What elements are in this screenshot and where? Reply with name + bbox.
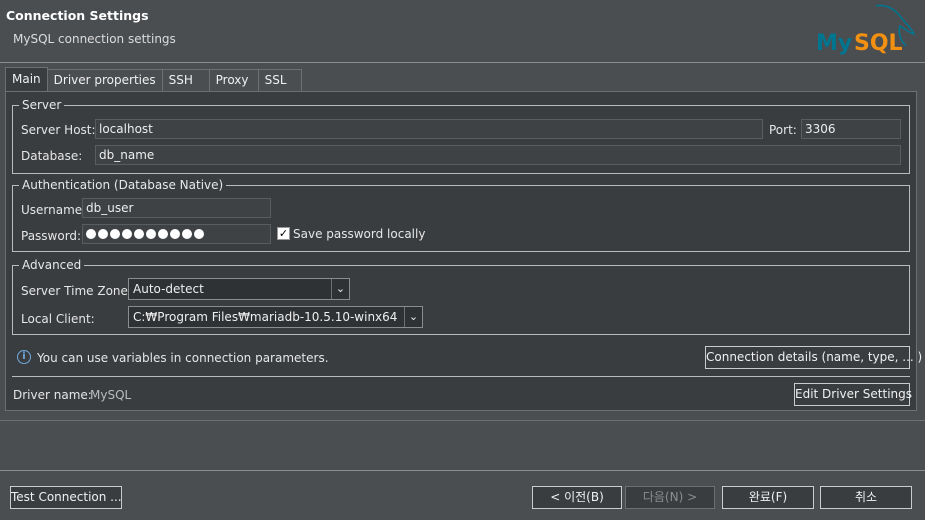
panel-bottom-divider xyxy=(0,420,925,421)
back-button[interactable]: < 이전(B) xyxy=(532,486,622,509)
driver-name-value: MySQL xyxy=(90,388,132,402)
username-input[interactable]: db_user xyxy=(82,198,271,218)
main-panel: Server Server Host: localhost Port: 3306… xyxy=(5,91,922,411)
save-password-label: Save password locally xyxy=(293,227,426,241)
footer-divider xyxy=(0,470,925,471)
local-client-select[interactable]: C:₩Program Files₩mariadb-10.5.10-winx64 … xyxy=(128,306,423,328)
tab-main[interactable]: Main xyxy=(5,67,48,92)
local-client-label: Local Client: xyxy=(21,312,95,326)
password-dot xyxy=(86,228,96,239)
tab-ssh[interactable]: SSH xyxy=(161,69,210,92)
advanced-group: Advanced Server Time Zone: Auto-detect ⌄… xyxy=(12,257,910,335)
server-host-input[interactable]: localhost xyxy=(95,119,763,139)
tab-bar: Main Driver properties SSH Proxy SSL xyxy=(5,67,302,92)
auth-legend: Authentication (Database Native) xyxy=(19,177,227,193)
variables-info-text: You can use variables in connection para… xyxy=(37,351,329,365)
chevron-down-icon: ⌄ xyxy=(404,307,422,327)
password-dot xyxy=(110,228,120,239)
edit-driver-settings-button[interactable]: Edit Driver Settings xyxy=(794,383,912,406)
server-group: Server Server Host: localhost Port: 3306… xyxy=(12,97,910,174)
password-dot xyxy=(194,228,204,239)
password-dot xyxy=(134,228,144,239)
server-host-label: Server Host: xyxy=(21,123,96,137)
server-legend: Server xyxy=(19,97,65,113)
chevron-down-icon: ⌄ xyxy=(331,279,349,299)
database-input[interactable]: db_name xyxy=(95,145,901,165)
password-dot xyxy=(170,228,180,239)
auth-group: Authentication (Database Native) Usernam… xyxy=(12,177,910,252)
password-dot xyxy=(146,228,156,239)
save-password-checkbox[interactable]: ✓ xyxy=(277,227,290,240)
password-dot xyxy=(158,228,168,239)
timezone-value: Auto-detect xyxy=(133,282,204,296)
cancel-button[interactable]: 취소 xyxy=(820,486,912,509)
password-input[interactable] xyxy=(82,224,271,244)
password-dot xyxy=(98,228,108,239)
tab-driver-properties[interactable]: Driver properties xyxy=(46,69,163,92)
password-dot xyxy=(182,228,192,239)
local-client-value: C:₩Program Files₩mariadb-10.5.10-winx64 xyxy=(133,310,398,324)
logo-my-text: My xyxy=(816,31,852,56)
logo-sql-text: SQL xyxy=(854,31,903,56)
timezone-label: Server Time Zone: xyxy=(21,284,132,298)
driver-name-label: Driver name: xyxy=(13,388,92,402)
finish-button[interactable]: 완료(F) xyxy=(722,486,814,509)
password-label: Password: xyxy=(21,229,82,243)
header-divider xyxy=(0,62,925,63)
test-connection-button[interactable]: Test Connection ... xyxy=(10,486,122,509)
driver-separator xyxy=(12,376,910,377)
port-input[interactable]: 3306 xyxy=(801,119,901,139)
next-button[interactable]: 다음(N) > xyxy=(625,486,715,509)
advanced-legend: Advanced xyxy=(19,257,85,273)
password-dot xyxy=(122,228,132,239)
dialog-subtitle: MySQL connection settings xyxy=(13,32,176,46)
info-icon: i xyxy=(17,350,31,364)
connection-details-button[interactable]: Connection details (name, type, ... ) xyxy=(705,346,922,369)
username-label: Username: xyxy=(21,203,87,217)
mysql-logo: My SQL xyxy=(814,2,918,58)
tab-ssl[interactable]: SSL xyxy=(257,69,302,92)
timezone-select[interactable]: Auto-detect ⌄ xyxy=(128,278,350,300)
tab-proxy[interactable]: Proxy xyxy=(208,69,259,92)
dialog-title: Connection Settings xyxy=(6,8,149,23)
port-label: Port: xyxy=(769,123,797,137)
database-label: Database: xyxy=(21,149,83,163)
